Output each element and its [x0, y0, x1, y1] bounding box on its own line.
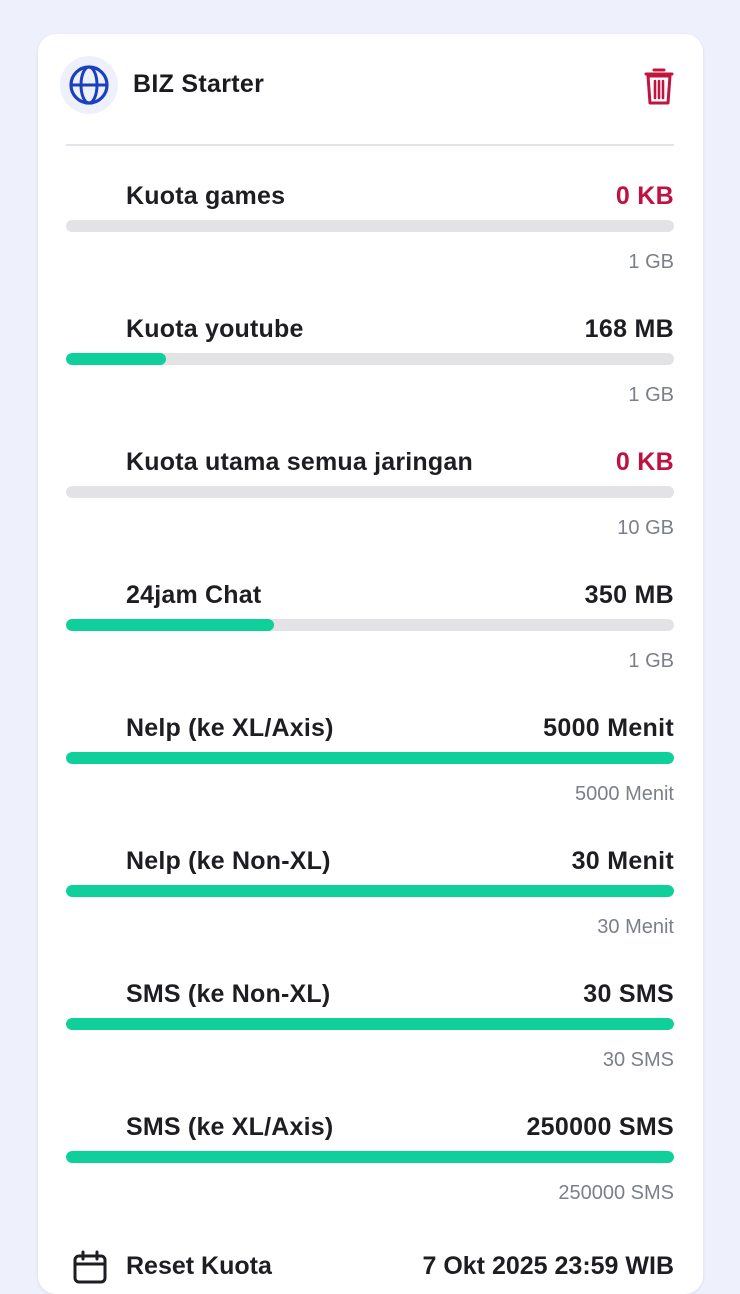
quota-progress-bar [66, 619, 674, 631]
quota-remaining: 30 Menit [571, 847, 674, 875]
quota-name: 24jam Chat [126, 581, 262, 609]
quota-progress-bar [66, 752, 674, 764]
quota-progress-fill [66, 1018, 674, 1030]
quota-item: Kuota utama semua jaringan 0 KB 10 GB [66, 446, 674, 566]
quota-name: SMS (ke XL/Axis) [126, 1113, 334, 1141]
quota-progress-fill [66, 885, 674, 897]
quota-progress-fill [66, 353, 166, 365]
header-divider [66, 144, 674, 146]
quota-total: 1 GB [628, 251, 674, 273]
quota-item: Kuota games 0 KB 1 GB [66, 180, 674, 300]
quota-name: Nelp (ke Non-XL) [126, 847, 331, 875]
quota-name: Kuota games [126, 182, 286, 210]
quota-progress-fill [66, 1151, 674, 1163]
reset-label: Reset Kuota [126, 1252, 272, 1280]
quota-total: 10 GB [617, 517, 674, 539]
quota-total: 250000 SMS [558, 1182, 674, 1204]
quota-total: 30 Menit [597, 916, 674, 938]
quota-item: SMS (ke Non-XL) 30 SMS 30 SMS [66, 978, 674, 1098]
trash-icon[interactable] [642, 66, 676, 106]
quota-total: 5000 Menit [575, 783, 674, 805]
quota-name: Nelp (ke XL/Axis) [126, 714, 334, 742]
package-header: BIZ Starter [38, 34, 703, 145]
package-title: BIZ Starter [133, 70, 265, 98]
quota-progress-fill [66, 619, 274, 631]
quota-name: SMS (ke Non-XL) [126, 980, 331, 1008]
quota-progress-bar [66, 1151, 674, 1163]
quota-item: Nelp (ke Non-XL) 30 Menit 30 Menit [66, 845, 674, 965]
quota-remaining: 30 SMS [583, 980, 674, 1008]
quota-remaining: 0 KB [615, 448, 674, 476]
quota-item: Kuota youtube 168 MB 1 GB [66, 313, 674, 433]
calendar-icon [73, 1250, 107, 1284]
quota-total: 30 SMS [602, 1049, 674, 1071]
quota-remaining: 250000 SMS [526, 1113, 674, 1141]
quota-progress-fill [66, 752, 674, 764]
quota-name: Kuota utama semua jaringan [126, 448, 473, 476]
quota-item: Nelp (ke XL/Axis) 5000 Menit 5000 Menit [66, 712, 674, 832]
quota-total: 1 GB [628, 384, 674, 406]
quota-total: 1 GB [628, 650, 674, 672]
reset-date: 7 Okt 2025 23:59 WIB [422, 1252, 674, 1280]
quota-remaining: 168 MB [584, 315, 674, 343]
quota-progress-bar [66, 486, 674, 498]
quota-remaining: 5000 Menit [543, 714, 674, 742]
quota-remaining: 0 KB [615, 182, 674, 210]
quota-progress-bar [66, 353, 674, 365]
globe-icon [60, 56, 118, 114]
quota-remaining: 350 MB [584, 581, 674, 609]
quota-name: Kuota youtube [126, 315, 304, 343]
quota-item: SMS (ke XL/Axis) 250000 SMS 250000 SMS [66, 1111, 674, 1231]
quota-progress-bar [66, 220, 674, 232]
reset-row: Reset Kuota 7 Okt 2025 23:59 WIB [66, 1246, 674, 1286]
package-card: BIZ Starter Kuota games 0 KB 1 GB Kuota you… [38, 34, 703, 1294]
quota-progress-bar [66, 885, 674, 897]
quota-item: 24jam Chat 350 MB 1 GB [66, 579, 674, 699]
quota-progress-bar [66, 1018, 674, 1030]
